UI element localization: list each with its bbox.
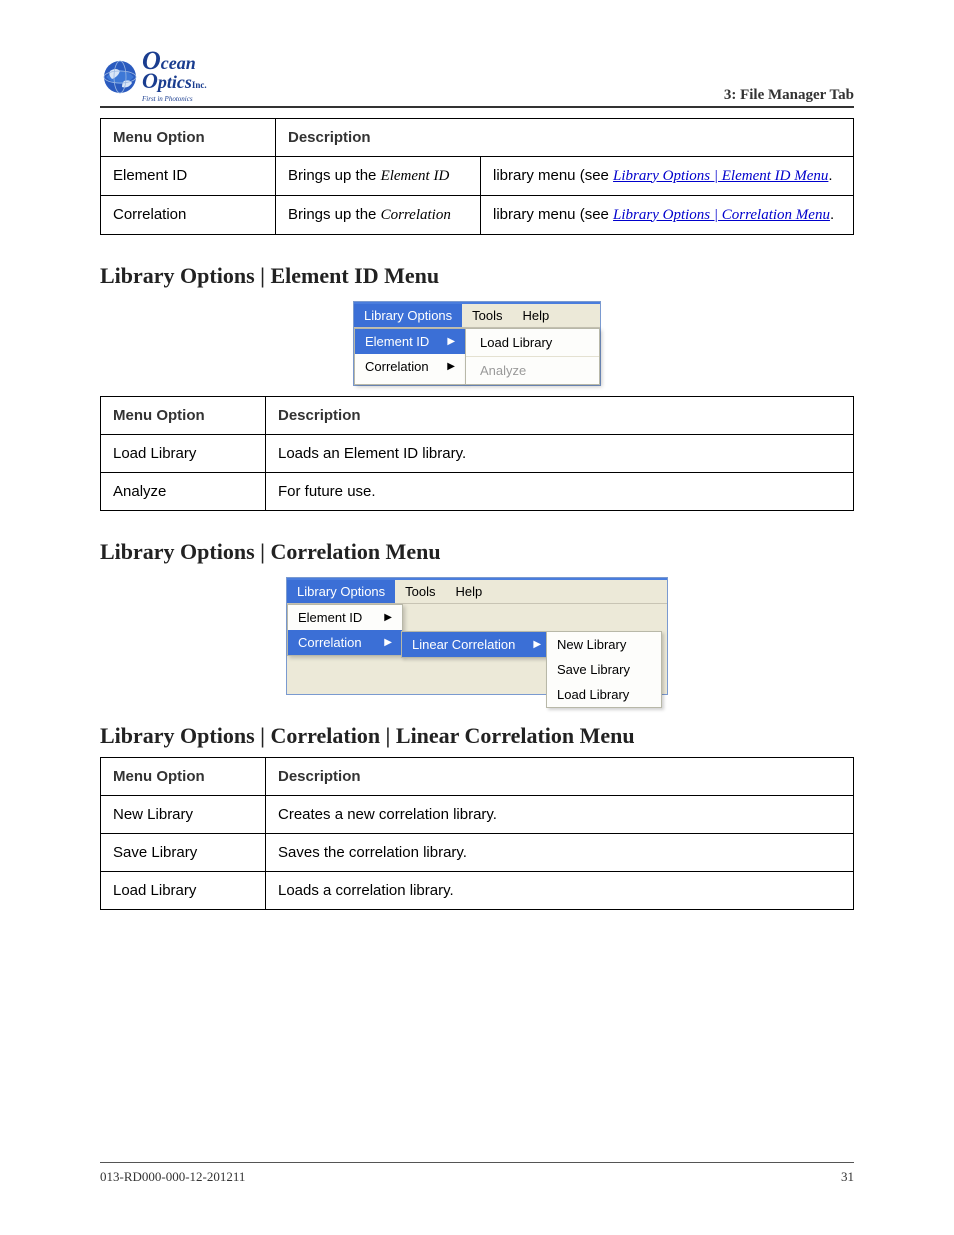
desc-cell: Loads a correlation library. bbox=[266, 871, 854, 909]
heading-correlation-menu: Library Options | Correlation Menu bbox=[100, 539, 854, 565]
menu-library-options[interactable]: Library Options bbox=[354, 304, 462, 327]
col-description: Description bbox=[266, 396, 854, 434]
submenu-item-analyze[interactable]: Analyze bbox=[466, 357, 599, 384]
menu-tools[interactable]: Tools bbox=[462, 304, 512, 327]
logo-line2: ptics bbox=[158, 72, 192, 92]
globe-icon bbox=[100, 57, 140, 97]
table-row: Analyze For future use. bbox=[101, 472, 854, 510]
table-row: Load Library Loads an Element ID library… bbox=[101, 434, 854, 472]
submenu-library-options: Element ID▶ Correlation▶ bbox=[287, 604, 403, 656]
figure-elementid-menu: Library Options Tools Help Element ID▶ C… bbox=[100, 301, 854, 386]
opt-cell: New Library bbox=[101, 795, 266, 833]
menu-help[interactable]: Help bbox=[446, 580, 493, 603]
library-options-table: Menu Option Description Element ID Bring… bbox=[100, 118, 854, 235]
col-description: Description bbox=[266, 757, 854, 795]
submenu-item-elementid[interactable]: Element ID▶ bbox=[355, 329, 465, 354]
submenu-item-load-library[interactable]: Load Library bbox=[547, 682, 661, 707]
submenu-item-new-library[interactable]: New Library bbox=[547, 632, 661, 657]
col-menu-option: Menu Option bbox=[101, 396, 266, 434]
opt-cell: Element ID bbox=[101, 156, 276, 195]
menubar: Library Options Tools Help bbox=[287, 578, 667, 603]
chevron-right-icon: ▶ bbox=[533, 639, 541, 650]
submenu-item-save-library[interactable]: Save Library bbox=[547, 657, 661, 682]
menu-tools[interactable]: Tools bbox=[395, 580, 445, 603]
table-row: New Library Creates a new correlation li… bbox=[101, 795, 854, 833]
menu-help[interactable]: Help bbox=[513, 304, 560, 327]
desc-cell: library menu (see Library Options | Elem… bbox=[481, 156, 854, 195]
col-menu-option: Menu Option bbox=[101, 757, 266, 795]
opt-cell: Analyze bbox=[101, 472, 266, 510]
elementid-menu-table: Menu Option Description Load Library Loa… bbox=[100, 396, 854, 511]
col-description: Description bbox=[276, 118, 854, 156]
submenu-item-elementid[interactable]: Element ID▶ bbox=[288, 605, 402, 630]
opt-cell: Load Library bbox=[101, 871, 266, 909]
page-footer: 013-RD000-000-12-201211 31 bbox=[100, 1162, 854, 1185]
col-menu-option: Menu Option bbox=[101, 118, 276, 156]
desc-cell: Creates a new correlation library. bbox=[266, 795, 854, 833]
chevron-right-icon: ▶ bbox=[384, 612, 392, 623]
desc-cell: library menu (see Library Options | Corr… bbox=[481, 195, 854, 234]
figure-correlation-menu: Library Options Tools Help Element ID▶ C… bbox=[100, 577, 854, 695]
desc-cell: Saves the correlation library. bbox=[266, 833, 854, 871]
chapter-title: 3: File Manager Tab bbox=[724, 87, 854, 104]
desc-cell: Brings up the Element ID bbox=[276, 156, 481, 195]
desc-cell: For future use. bbox=[266, 472, 854, 510]
submenu-item-linear-correlation[interactable]: Linear Correlation▶ bbox=[402, 632, 547, 657]
submenu-item-correlation[interactable]: Correlation▶ bbox=[355, 354, 465, 379]
submenu-correlation: Linear Correlation▶ bbox=[401, 631, 548, 658]
brand-logo: Ocean OpticsInc. First in Photonics bbox=[100, 50, 207, 104]
chevron-right-icon: ▶ bbox=[447, 336, 455, 347]
table-row: Load Library Loads a correlation library… bbox=[101, 871, 854, 909]
desc-cell: Brings up the Correlation bbox=[276, 195, 481, 234]
submenu-item-load-library[interactable]: Load Library bbox=[466, 329, 599, 357]
link-correlation-menu[interactable]: Library Options | Correlation Menu bbox=[613, 207, 830, 223]
desc-cell: Loads an Element ID library. bbox=[266, 434, 854, 472]
submenu-library-options: Element ID▶ Correlation▶ bbox=[354, 328, 466, 385]
logo-line1: cean bbox=[161, 53, 196, 73]
heading-linear-correlation-menu: Library Options | Correlation | Linear C… bbox=[100, 723, 854, 749]
menu-library-options[interactable]: Library Options bbox=[287, 580, 395, 603]
doc-id: 013-RD000-000-12-201211 bbox=[100, 1169, 245, 1185]
chevron-right-icon: ▶ bbox=[447, 361, 455, 372]
table-row: Correlation Brings up the Correlation li… bbox=[101, 195, 854, 234]
opt-cell: Correlation bbox=[101, 195, 276, 234]
submenu-linear-correlation: New Library Save Library Load Library bbox=[546, 631, 662, 708]
heading-elementid-menu: Library Options | Element ID Menu bbox=[100, 263, 854, 289]
submenu-item-correlation[interactable]: Correlation▶ bbox=[288, 630, 402, 655]
opt-cell: Save Library bbox=[101, 833, 266, 871]
table-row: Element ID Brings up the Element ID libr… bbox=[101, 156, 854, 195]
table-row: Save Library Saves the correlation libra… bbox=[101, 833, 854, 871]
opt-cell: Load Library bbox=[101, 434, 266, 472]
logo-tagline: First in Photonics bbox=[142, 95, 193, 103]
chevron-right-icon: ▶ bbox=[384, 637, 392, 648]
submenu-elementid: Load Library Analyze bbox=[465, 328, 600, 385]
menubar: Library Options Tools Help bbox=[354, 302, 600, 327]
link-element-id-menu[interactable]: Library Options | Element ID Menu bbox=[613, 168, 828, 184]
page-header: Ocean OpticsInc. First in Photonics 3: F… bbox=[100, 50, 854, 108]
linear-correlation-menu-table: Menu Option Description New Library Crea… bbox=[100, 757, 854, 910]
page-number: 31 bbox=[841, 1169, 854, 1185]
